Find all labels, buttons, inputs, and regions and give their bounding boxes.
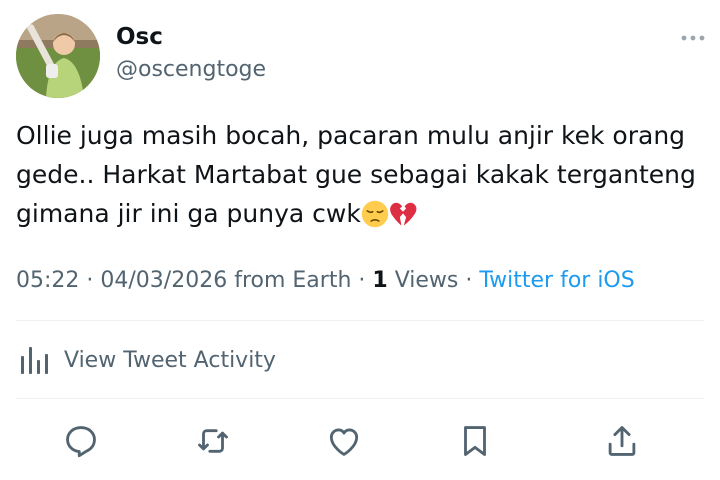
share-icon [608, 426, 636, 456]
views-label[interactable]: Views [395, 268, 459, 293]
meta-separator: · [351, 268, 373, 293]
retweet-icon [198, 429, 228, 453]
view-tweet-activity-button[interactable]: View Tweet Activity [16, 340, 276, 380]
reply-button[interactable] [62, 422, 100, 460]
analytics-bars-icon [21, 347, 48, 374]
tweet-detail: Osc @oscengtoge Ollie juga masih bocah, … [0, 0, 720, 480]
share-button[interactable] [603, 422, 641, 460]
pensive-face-emoji [361, 200, 389, 228]
meta-separator: · [458, 268, 480, 293]
more-options-icon[interactable] [680, 30, 706, 46]
tweet-date: 04/03/2026 [100, 268, 228, 293]
divider [16, 320, 704, 321]
tweet-text: Ollie juga masih bocah, pacaran mulu anj… [16, 116, 696, 233]
display-name[interactable]: Osc [116, 24, 163, 50]
like-button[interactable] [325, 422, 363, 460]
like-icon [329, 428, 359, 456]
tweet-location: from Earth [234, 268, 352, 293]
tweet-meta: 05:22 · 04/03/2026 from Earth · 1 Views … [16, 268, 635, 293]
views-count[interactable]: 1 [372, 268, 387, 293]
divider [16, 398, 704, 399]
retweet-button[interactable] [194, 422, 232, 460]
activity-label: View Tweet Activity [64, 347, 276, 373]
meta-separator: · [79, 268, 101, 293]
user-handle[interactable]: @oscengtoge [116, 57, 266, 82]
tweet-source-link[interactable]: Twitter for iOS [479, 268, 634, 293]
bookmark-icon [464, 426, 486, 456]
avatar[interactable] [16, 14, 100, 98]
avatar-photo-icon [16, 14, 100, 98]
broken-heart-emoji [389, 202, 417, 226]
tweet-time: 05:22 [16, 268, 80, 293]
bookmark-button[interactable] [456, 422, 494, 460]
reply-icon [66, 426, 96, 458]
